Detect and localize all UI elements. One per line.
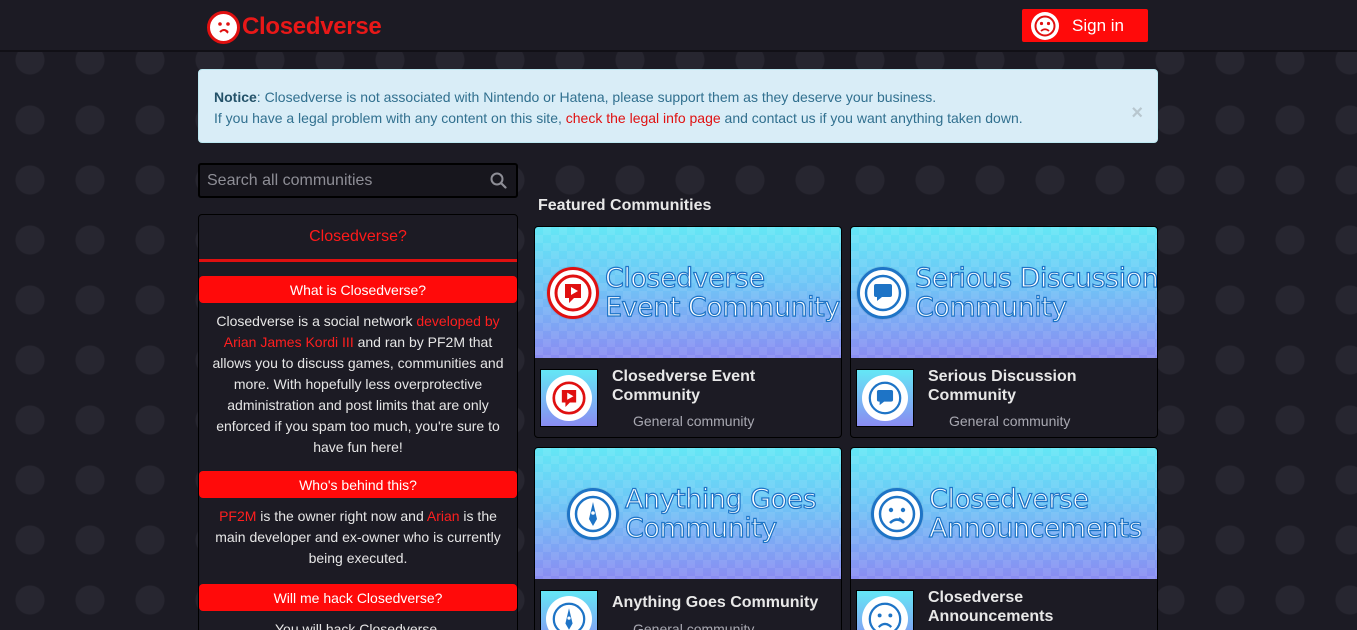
banner-line: Anything Goes: [624, 483, 817, 515]
compass-needle-icon: [546, 596, 592, 630]
notice-label: Notice: [214, 89, 257, 105]
notice-text-2: If you have a legal problem with any con…: [214, 110, 566, 126]
sign-in-label: Sign in: [1072, 15, 1124, 35]
section-heading-what: What is Closedverse?: [199, 276, 517, 303]
community-thumbnail: [540, 590, 598, 630]
featured-communities-title: Featured Communities: [538, 197, 712, 214]
speech-bubble-icon: [862, 375, 908, 421]
banner-title: Closedverse Event Community: [604, 262, 840, 323]
pf2m-link[interactable]: PF2M: [219, 508, 256, 524]
close-icon[interactable]: ×: [1131, 103, 1143, 123]
speech-bubble-icon: [857, 266, 909, 319]
banner-line: Serious Discussion: [914, 262, 1158, 294]
notice-text-3: and contact us if you want anything take…: [720, 110, 1023, 126]
body-text: Closedverse is a social network: [216, 313, 417, 329]
legal-info-link[interactable]: check the legal info page: [566, 110, 721, 126]
community-banner: Closedverse Event Community: [535, 227, 841, 358]
community-banner: Closedverse Announcements: [851, 448, 1157, 579]
community-name[interactable]: Closedverse Event Community: [612, 367, 832, 405]
notice-line-2: If you have a legal problem with any con…: [214, 108, 1142, 129]
body-text: You will hack Closedverse.: [274, 621, 441, 630]
community-type: General community: [633, 621, 755, 630]
sad-face-icon: [871, 487, 923, 540]
section-heading-who: Who's behind this?: [199, 471, 517, 498]
banner-line: Community: [624, 512, 777, 544]
section-body-who: PF2M is the owner right now and Arian is…: [199, 498, 517, 569]
banner-title: Anything Goes Community: [624, 483, 817, 544]
section-body-what: Closedverse is a social network develope…: [199, 303, 517, 458]
community-name[interactable]: Serious Discussion Community: [928, 367, 1148, 405]
community-card[interactable]: Serious Discussion Community Serious Dis…: [850, 226, 1158, 438]
community-info: Serious Discussion Community General com…: [851, 358, 1157, 437]
community-card[interactable]: Closedverse Announcements Closedverse An…: [850, 447, 1158, 630]
banner-line: Closedverse: [928, 483, 1089, 515]
search-icon[interactable]: [480, 172, 516, 189]
arian-link[interactable]: Arian: [427, 508, 460, 524]
community-info: Closedverse Event Community General comm…: [535, 358, 841, 437]
banner-title: Closedverse Announcements: [928, 483, 1143, 544]
community-type: General community: [633, 413, 755, 429]
community-thumbnail: [856, 590, 914, 630]
community-thumbnail: [856, 369, 914, 427]
sad-face-logo-icon: [207, 10, 240, 44]
sad-face-icon: [1031, 11, 1059, 40]
sidebar-title: Closedverse?: [199, 215, 517, 262]
banner-title: Serious Discussion Community: [914, 262, 1158, 323]
banner-line: Community: [914, 291, 1067, 323]
community-info: Closedverse Announcements General commun…: [851, 579, 1157, 630]
top-navbar: Closedverse Sign in: [0, 0, 1357, 52]
community-banner: Serious Discussion Community: [851, 227, 1157, 358]
sad-face-icon: [862, 596, 908, 630]
community-name[interactable]: Closedverse Announcements: [928, 588, 1148, 626]
site-logo[interactable]: Closedverse: [207, 10, 382, 44]
notice-alert: Notice: Closedverse is not associated wi…: [198, 69, 1158, 143]
body-text: is the owner right now and: [256, 508, 427, 524]
compass-needle-icon: [567, 487, 619, 540]
banner-line: Announcements: [928, 512, 1143, 544]
logo-text: Closedverse: [242, 13, 382, 40]
notice-text-1: : Closedverse is not associated with Nin…: [256, 89, 937, 105]
about-sidebar: Closedverse? What is Closedverse? Closed…: [198, 214, 518, 630]
play-icon: [546, 375, 592, 421]
community-name[interactable]: Anything Goes Community: [612, 593, 832, 612]
community-thumbnail: [540, 369, 598, 427]
community-type: General community: [949, 413, 1071, 429]
community-card[interactable]: Anything Goes Community Anything Goes Co…: [534, 447, 842, 630]
community-card[interactable]: Closedverse Event Community Closedverse …: [534, 226, 842, 438]
banner-line: Closedverse: [604, 262, 765, 294]
body-text: and ran by PF2M that allows you to discu…: [212, 334, 504, 455]
play-icon: [547, 266, 599, 319]
banner-line: Event Community: [604, 291, 840, 323]
notice-line-1: Notice: Closedverse is not associated wi…: [214, 87, 1142, 108]
section-body-hack: You will hack Closedverse.: [199, 611, 517, 630]
community-search: [198, 163, 518, 198]
community-banner: Anything Goes Community: [535, 448, 841, 579]
sign-in-button[interactable]: Sign in: [1022, 9, 1148, 42]
community-info: Anything Goes Community General communit…: [535, 579, 841, 630]
section-heading-hack: Will me hack Closedverse?: [199, 584, 517, 611]
search-input[interactable]: [207, 171, 480, 190]
